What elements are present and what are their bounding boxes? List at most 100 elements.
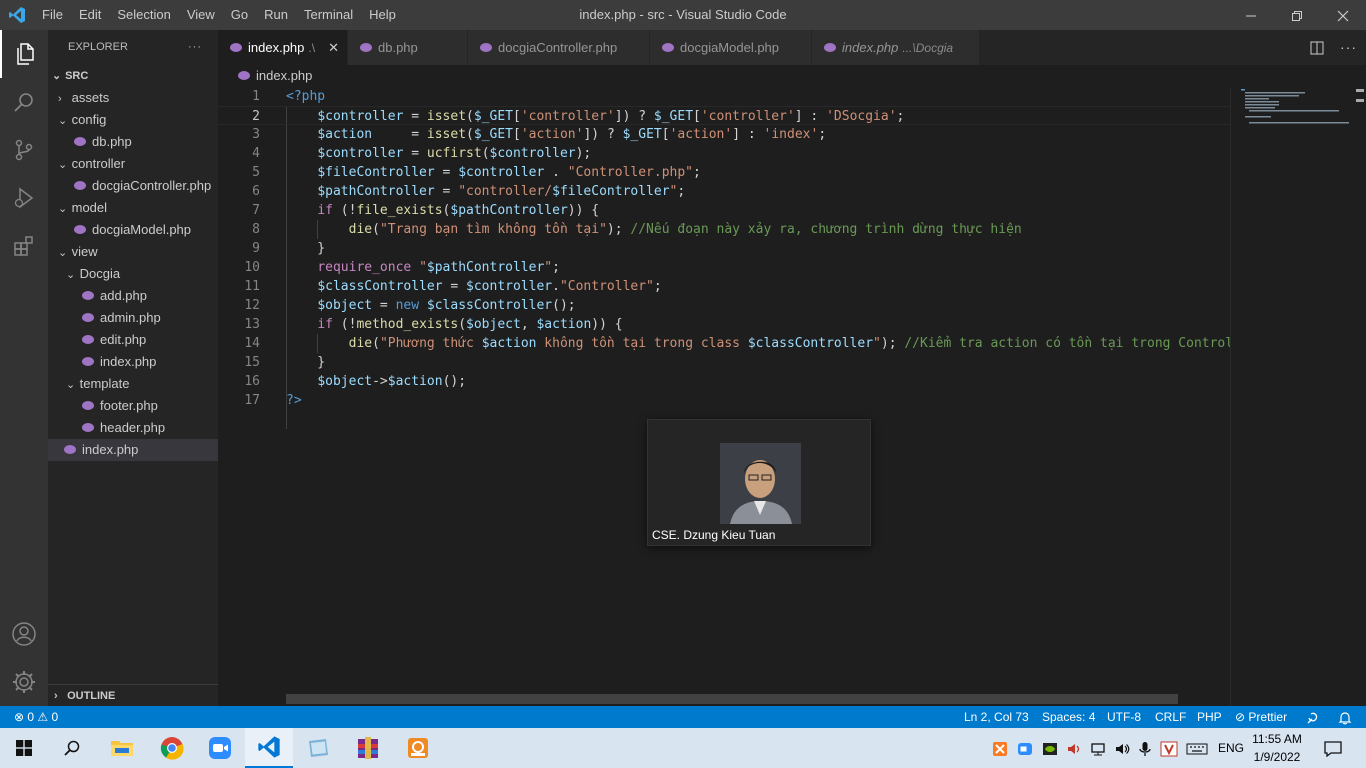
- menu-terminal[interactable]: Terminal: [296, 0, 361, 30]
- code-line[interactable]: 14 die("Phương thức $action không tồn tạ…: [218, 334, 1230, 353]
- tree-file[interactable]: docgiaController.php: [48, 175, 218, 197]
- line-number: 10: [244, 260, 260, 275]
- app-icon-blue[interactable]: [294, 728, 342, 768]
- zoom-app[interactable]: [196, 728, 244, 768]
- tree-file[interactable]: footer.php: [48, 395, 218, 417]
- tab-db-php[interactable]: db.php: [348, 30, 468, 65]
- feedback-button[interactable]: [1306, 706, 1320, 728]
- tree-folder[interactable]: ⌄ template: [48, 373, 218, 395]
- tray-microphone-icon[interactable]: [1138, 728, 1152, 768]
- code-line[interactable]: 13 if (!method_exists($object, $action))…: [218, 315, 1230, 334]
- outline-section[interactable]: › OUTLINE: [48, 684, 218, 706]
- chrome-icon: [160, 737, 184, 760]
- minimap[interactable]: [1230, 87, 1366, 706]
- tree-folder[interactable]: ⌄ view: [48, 241, 218, 263]
- code-line[interactable]: 16 $object->$action();: [218, 372, 1230, 391]
- menu-file[interactable]: File: [34, 0, 71, 30]
- tree-file[interactable]: docgiaModel.php: [48, 219, 218, 241]
- search-activity[interactable]: [0, 78, 48, 126]
- menu-run[interactable]: Run: [256, 0, 296, 30]
- close-tab-icon[interactable]: ✕: [328, 30, 339, 65]
- tray-network-icon[interactable]: [1090, 728, 1106, 768]
- system-clock[interactable]: 11:55 AM 1/9/2022: [1248, 730, 1306, 766]
- explorer-more-button[interactable]: ···: [188, 30, 202, 65]
- code-line[interactable]: 8 die("Trang bạn tìm không tồn tại"); //…: [218, 220, 1230, 239]
- code-line[interactable]: 5 $fileController = $controller . "Contr…: [218, 163, 1230, 182]
- breadcrumb[interactable]: index.php: [218, 65, 1366, 87]
- code-line[interactable]: 15 }: [218, 353, 1230, 372]
- tray-speaker-icon[interactable]: [1066, 728, 1082, 768]
- tree-folder[interactable]: › assets: [48, 87, 218, 109]
- language-mode[interactable]: PHP: [1197, 706, 1222, 728]
- tree-file[interactable]: db.php: [48, 131, 218, 153]
- code-line[interactable]: 9 }: [218, 239, 1230, 258]
- manage-activity[interactable]: [0, 658, 48, 706]
- input-language[interactable]: ENG: [1218, 728, 1244, 768]
- tab-index-php[interactable]: index.php .\ ✕: [218, 30, 348, 65]
- tab-docgiamodel-php[interactable]: docgiaModel.php: [650, 30, 812, 65]
- code-line[interactable]: 1 <?php: [218, 87, 1230, 106]
- code-editor[interactable]: 1 <?php 2 $controller = isset($_GET['contr…: [218, 87, 1230, 706]
- tree-file[interactable]: header.php: [48, 417, 218, 439]
- source-control-activity[interactable]: [0, 126, 48, 174]
- maximize-button[interactable]: [1274, 0, 1320, 30]
- menu-go[interactable]: Go: [223, 0, 256, 30]
- accounts-activity[interactable]: [0, 610, 48, 658]
- code-line[interactable]: 2 $controller = isset($_GET['controller'…: [218, 106, 1230, 125]
- extensions-activity[interactable]: [0, 222, 48, 270]
- close-window-button[interactable]: [1320, 0, 1366, 30]
- tab-docgiacontroller-php[interactable]: docgiaController.php: [468, 30, 650, 65]
- tree-file[interactable]: add.php: [48, 285, 218, 307]
- end-of-line[interactable]: CRLF: [1155, 706, 1186, 728]
- encoding[interactable]: UTF-8: [1107, 706, 1141, 728]
- tree-folder[interactable]: ⌄ model: [48, 197, 218, 219]
- code-line[interactable]: 11 $classController = $controller."Contr…: [218, 277, 1230, 296]
- code-line[interactable]: 7 if (!file_exists($pathController)) {: [218, 201, 1230, 220]
- chrome-app[interactable]: [148, 728, 196, 768]
- start-button[interactable]: [0, 728, 48, 768]
- more-actions-button[interactable]: ···: [1340, 30, 1357, 65]
- winrar-app[interactable]: [344, 728, 392, 768]
- menu-selection[interactable]: Selection: [109, 0, 178, 30]
- split-editor-button[interactable]: [1310, 30, 1324, 65]
- tab-docgia-index-php[interactable]: index.php ...\Docgia: [812, 30, 980, 65]
- menu-edit[interactable]: Edit: [71, 0, 109, 30]
- file-explorer-app[interactable]: [98, 728, 146, 768]
- tree-folder[interactable]: ⌄ controller: [48, 153, 218, 175]
- run-debug-activity[interactable]: [0, 174, 48, 222]
- tray-volume-icon[interactable]: [1114, 728, 1130, 768]
- tray-nvidia-icon[interactable]: [1042, 728, 1058, 768]
- code-line[interactable]: 6 $pathController = "controller/$fileCon…: [218, 182, 1230, 201]
- code-line[interactable]: 17 ?>: [218, 391, 1230, 410]
- vscode-app[interactable]: [245, 728, 293, 768]
- explorer-activity[interactable]: [0, 30, 48, 78]
- code-line[interactable]: 12 $object = new $classController();: [218, 296, 1230, 315]
- tray-keyboard-icon[interactable]: [1186, 728, 1208, 768]
- tray-vivaldi-icon[interactable]: [1160, 728, 1178, 768]
- minimize-button[interactable]: [1228, 0, 1274, 30]
- notification-center-button[interactable]: [1324, 728, 1342, 768]
- cursor-position[interactable]: Ln 2, Col 73: [964, 706, 1029, 728]
- tree-folder[interactable]: ⌄ config: [48, 109, 218, 131]
- tree-file[interactable]: index.php: [48, 351, 218, 373]
- pdf-app[interactable]: [394, 728, 442, 768]
- code-line[interactable]: 3 $action = isset($_GET['action']) ? $_G…: [218, 125, 1230, 144]
- problems-indicator[interactable]: ⊗ 0 ⚠ 0: [14, 706, 58, 728]
- menu-view[interactable]: View: [179, 0, 223, 30]
- prettier-status[interactable]: ⊘ Prettier: [1235, 706, 1287, 728]
- notifications-button[interactable]: [1338, 706, 1352, 728]
- tree-file[interactable]: admin.php: [48, 307, 218, 329]
- tree-folder[interactable]: ⌄ Docgia: [48, 263, 218, 285]
- horizontal-scrollbar[interactable]: [286, 694, 1178, 704]
- tree-file[interactable]: edit.php: [48, 329, 218, 351]
- menu-help[interactable]: Help: [361, 0, 404, 30]
- code-line[interactable]: 10 require_once "$pathController";: [218, 258, 1230, 277]
- tree-root-src[interactable]: ⌄ SRC: [48, 65, 218, 87]
- person-photo-icon: [720, 443, 801, 524]
- code-line[interactable]: 4 $controller = ucfirst($controller);: [218, 144, 1230, 163]
- tray-xampp-icon[interactable]: [992, 728, 1008, 768]
- tree-file[interactable]: index.php: [48, 439, 218, 461]
- indentation[interactable]: Spaces: 4: [1042, 706, 1095, 728]
- taskbar-search-button[interactable]: [48, 728, 96, 768]
- tray-zoom-icon[interactable]: [1017, 728, 1033, 768]
